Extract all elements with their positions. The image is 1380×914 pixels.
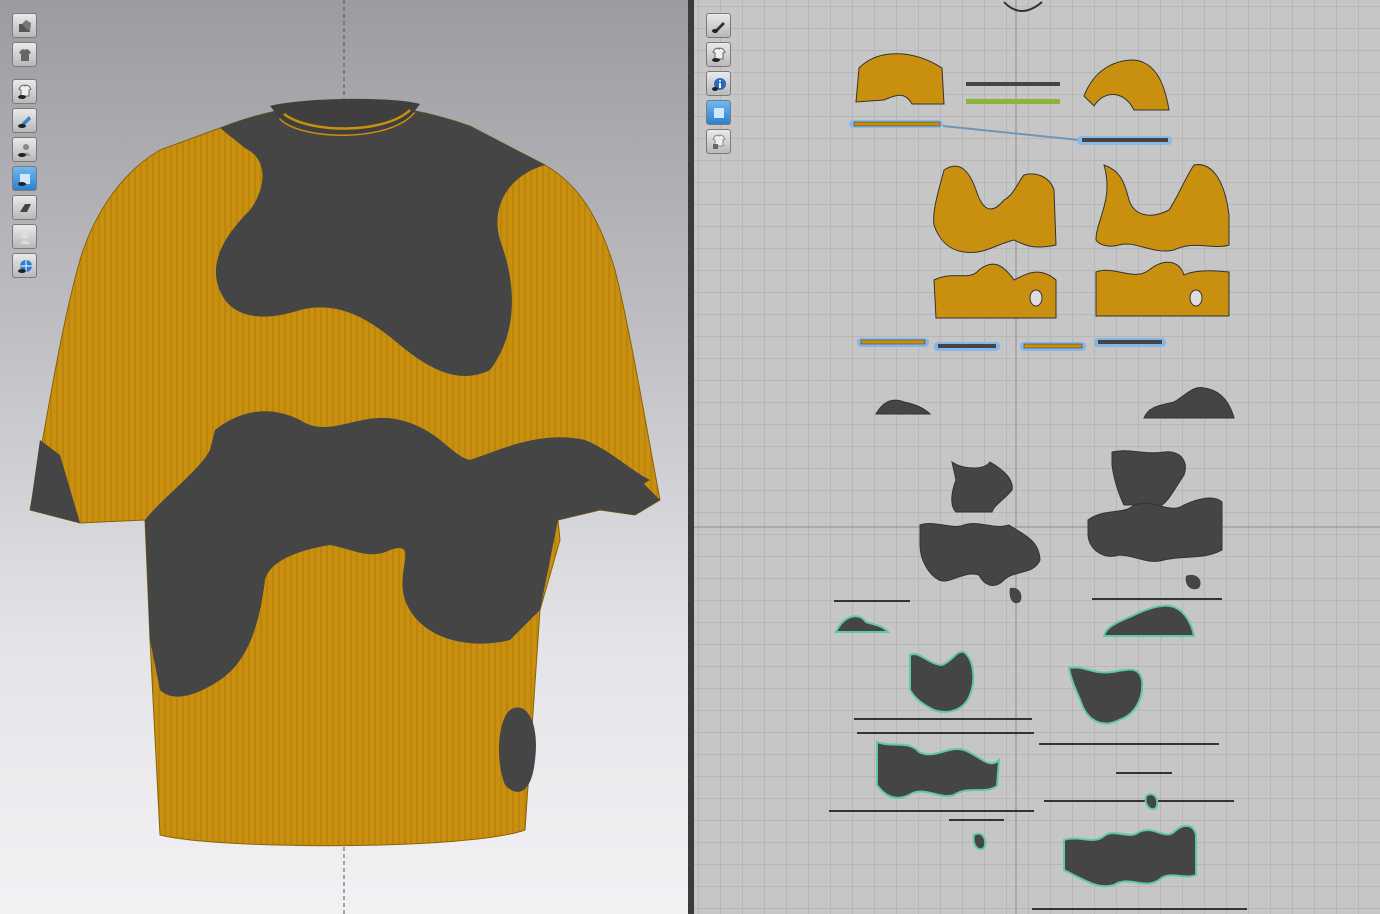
texture-view-icon[interactable] bbox=[12, 166, 37, 191]
garment-display-icon[interactable] bbox=[12, 42, 37, 67]
back-mid-charcoal-seam bbox=[1063, 824, 1197, 888]
3d-canvas[interactable] bbox=[0, 0, 688, 914]
avatar-silhouette-icon[interactable] bbox=[12, 224, 37, 249]
front-yoke-left bbox=[933, 165, 1057, 254]
show-avatar-icon[interactable] bbox=[12, 137, 37, 162]
back-small-blob bbox=[1185, 574, 1201, 590]
front-mid-charcoal-seam bbox=[876, 740, 1001, 799]
pattern-info-icon[interactable] bbox=[706, 71, 731, 96]
2d-pattern-viewport[interactable] bbox=[694, 0, 1380, 914]
tshirt-3d-model bbox=[29, 98, 661, 847]
2d-viewport-toolbar bbox=[706, 13, 731, 158]
sleeve-piece-right bbox=[1083, 59, 1170, 111]
edit-pattern-icon[interactable] bbox=[706, 13, 731, 38]
pattern-texture-icon[interactable] bbox=[706, 100, 731, 125]
3d-viewport-toolbar bbox=[12, 13, 37, 282]
front-small-blob bbox=[1009, 587, 1022, 604]
front-upper-charcoal-seam bbox=[909, 650, 975, 713]
show-pins-icon[interactable] bbox=[12, 108, 37, 133]
sleeve-blob-seam-left bbox=[834, 615, 891, 633]
sleeve-blob-left bbox=[875, 399, 932, 415]
avatar-display-icon[interactable] bbox=[12, 13, 37, 38]
thickness-view-icon[interactable] bbox=[12, 195, 37, 220]
front-small-blob-seam bbox=[972, 832, 987, 851]
back-body-mustard bbox=[1095, 261, 1230, 317]
front-mid-charcoal bbox=[919, 523, 1041, 586]
sleeve-blob-seam-right bbox=[1102, 604, 1196, 637]
pattern-pieces bbox=[829, 53, 1247, 910]
sleeve-piece-left bbox=[855, 53, 945, 105]
binding-strip bbox=[966, 82, 1060, 86]
2d-canvas[interactable] bbox=[694, 0, 1380, 914]
3d-viewport[interactable] bbox=[0, 0, 688, 914]
lock-pattern-icon[interactable] bbox=[706, 129, 731, 154]
show-garment-icon[interactable] bbox=[12, 79, 37, 104]
back-mid-charcoal bbox=[1087, 497, 1223, 562]
back-upper-charcoal bbox=[1111, 450, 1186, 506]
show-pattern-icon[interactable] bbox=[706, 42, 731, 67]
sleeve-blob-right bbox=[1143, 386, 1235, 419]
show-grid-icon[interactable] bbox=[12, 253, 37, 278]
back-yoke-left bbox=[1095, 164, 1230, 252]
back-small-blob-seam bbox=[1144, 793, 1159, 810]
binding-strip-green bbox=[966, 99, 1060, 104]
back-upper-charcoal-seam bbox=[1067, 666, 1144, 725]
front-upper-charcoal bbox=[951, 460, 1013, 513]
